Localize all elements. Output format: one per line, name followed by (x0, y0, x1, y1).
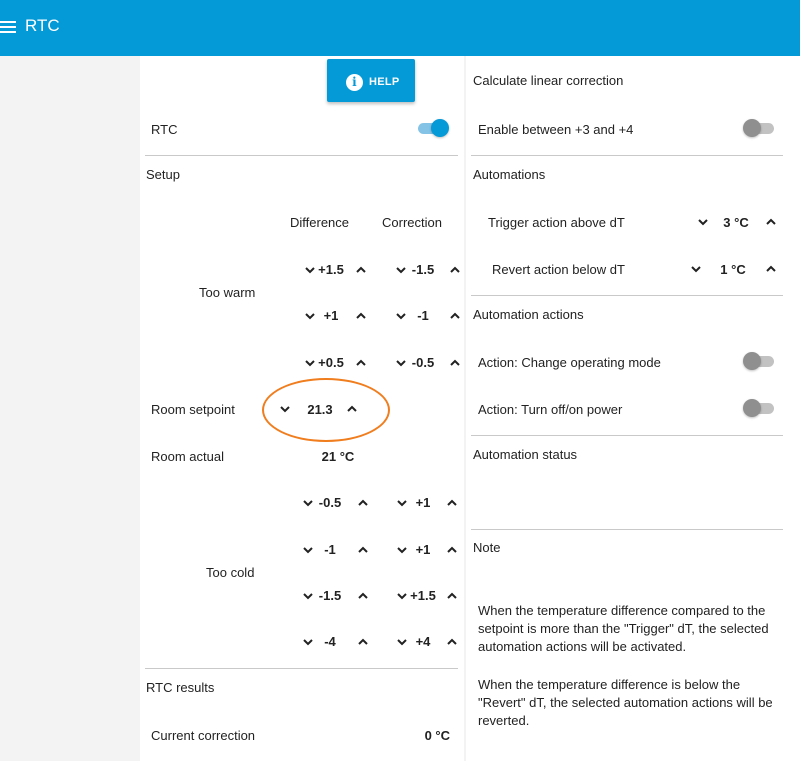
note-text-trigger: When the temperature difference compared… (478, 603, 769, 654)
correction-value: -1 (417, 308, 429, 323)
correction-increase-button[interactable] (443, 633, 461, 651)
app-title: RTC (25, 16, 60, 35)
action-power-toggle[interactable] (743, 399, 775, 417)
correction-increase-button[interactable] (443, 587, 461, 605)
action-mode-label: Action: Change operating mode (478, 355, 661, 370)
correction-increase-button[interactable] (446, 307, 464, 325)
difference-increase-button[interactable] (352, 261, 370, 279)
room-actual-value: 21 °C (321, 449, 355, 464)
action-mode-toggle[interactable] (743, 352, 775, 370)
revert-increase-button[interactable] (762, 260, 780, 278)
difference-header: Difference (290, 215, 350, 230)
correction-value: +4 (415, 634, 431, 649)
difference-increase-button[interactable] (354, 541, 372, 559)
trigger-increase-button[interactable] (762, 213, 780, 231)
setup-heading: Setup (146, 167, 180, 182)
divider (471, 295, 783, 296)
divider (145, 668, 458, 669)
app-bar: RTC (0, 0, 800, 56)
automation-status-heading: Automation status (473, 447, 578, 462)
difference-value: -1 (324, 542, 336, 557)
current-correction-label: Current correction (151, 728, 256, 743)
difference-increase-button[interactable] (354, 587, 372, 605)
difference-value: +1.5 (318, 262, 344, 277)
room-setpoint-label: Room setpoint (151, 402, 235, 417)
divider (471, 435, 783, 436)
automation-panel: Calculate linear correction Enable betwe… (466, 56, 800, 761)
rtc-toggle[interactable] (417, 119, 449, 137)
correction-increase-button[interactable] (443, 494, 461, 512)
linear-correction-heading: Calculate linear correction (473, 73, 624, 88)
menu-icon[interactable] (0, 18, 20, 38)
info-icon: i (346, 74, 363, 91)
difference-value: -4 (324, 634, 336, 649)
rtc-setup-panel: i HELP RTC Setup Difference Correction T… (140, 56, 464, 761)
revert-decrease-button[interactable] (687, 260, 705, 278)
difference-increase-button[interactable] (352, 354, 370, 372)
enable-between-toggle[interactable] (743, 119, 775, 137)
trigger-value: 3 °C (723, 215, 749, 230)
correction-value: -1.5 (411, 262, 435, 277)
correction-value: -0.5 (411, 355, 435, 370)
current-correction-value: 0 °C (424, 728, 450, 743)
correction-header: Correction (382, 215, 442, 230)
difference-increase-button[interactable] (354, 633, 372, 651)
correction-increase-button[interactable] (443, 541, 461, 559)
difference-increase-button[interactable] (352, 307, 370, 325)
too-warm-label: Too warm (199, 285, 256, 300)
difference-value: -1.5 (318, 588, 342, 603)
annotation-ellipse (262, 378, 390, 442)
help-button[interactable]: i HELP (327, 59, 415, 102)
correction-increase-button[interactable] (446, 354, 464, 372)
revert-label: Revert action below dT (492, 262, 625, 277)
difference-value: +1 (323, 308, 339, 323)
rtc-results-heading: RTC results (146, 680, 215, 695)
difference-increase-button[interactable] (354, 494, 372, 512)
difference-value: -0.5 (318, 495, 342, 510)
automation-actions-heading: Automation actions (473, 307, 584, 322)
too-cold-label: Too cold (206, 565, 255, 580)
divider (471, 529, 783, 530)
correction-value: +1.5 (410, 588, 436, 603)
enable-between-label: Enable between +3 and +4 (478, 122, 634, 137)
automations-heading: Automations (473, 167, 546, 182)
trigger-label: Trigger action above dT (488, 215, 625, 230)
trigger-decrease-button[interactable] (694, 213, 712, 231)
divider (471, 155, 783, 156)
note-text-revert: When the temperature difference is below… (478, 677, 773, 728)
correction-value: +1 (415, 495, 431, 510)
divider (145, 155, 458, 156)
revert-value: 1 °C (720, 262, 746, 277)
difference-value: +0.5 (318, 355, 344, 370)
action-power-label: Action: Turn off/on power (478, 402, 623, 417)
note-heading: Note (473, 540, 501, 555)
correction-value: +1 (415, 542, 431, 557)
room-actual-label: Room actual (151, 449, 224, 464)
correction-increase-button[interactable] (446, 261, 464, 279)
rtc-label: RTC (151, 122, 178, 137)
